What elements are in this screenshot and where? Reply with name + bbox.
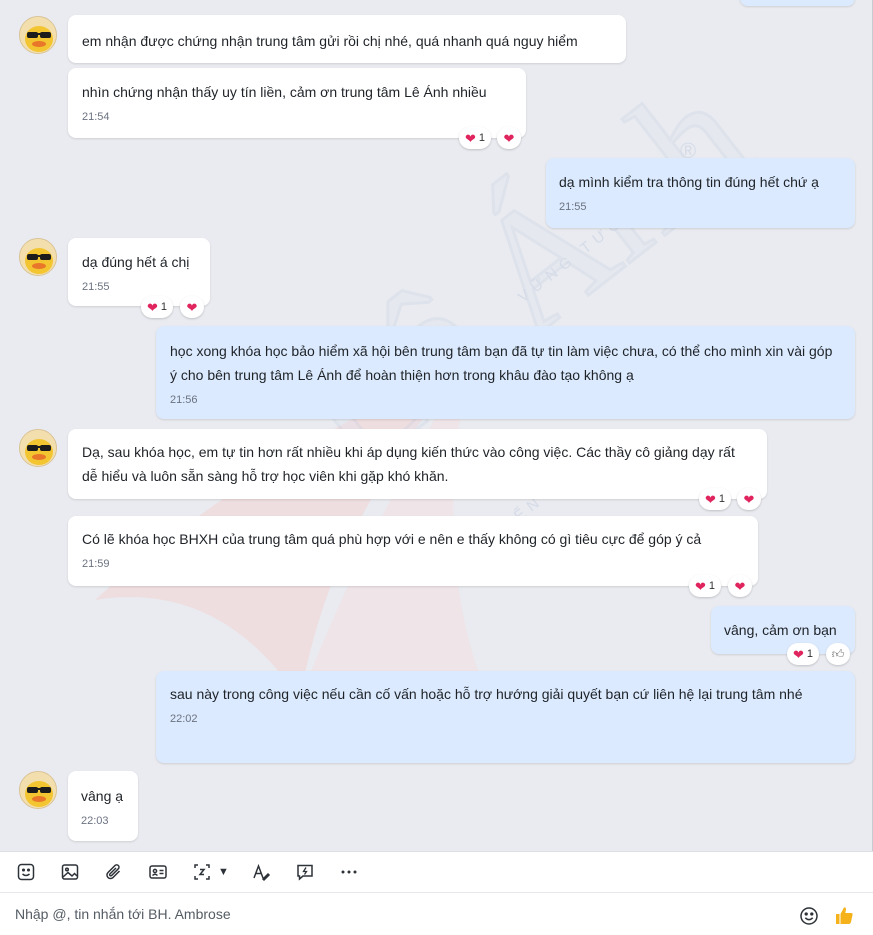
- message-bubble[interactable]: nhìn chứng nhận thấy uy tín liền, cảm ơn…: [68, 68, 526, 138]
- message-time: 21:55: [559, 201, 587, 213]
- chevron-down-icon[interactable]: ▼: [218, 866, 229, 878]
- attach-file-button[interactable]: [102, 860, 126, 884]
- message-text: Dạ, sau khóa học, em tự tin hơn rất nhiề…: [82, 444, 735, 484]
- emoji-icon[interactable]: [799, 906, 819, 926]
- message-time: 21:55: [82, 281, 110, 293]
- heart-icon: ❤: [743, 491, 755, 507]
- reaction-count: 1: [718, 493, 726, 505]
- message-bubble[interactable]: Có lẽ khóa học BHXH của trung tâm quá ph…: [68, 516, 758, 586]
- avatar[interactable]: [19, 771, 57, 809]
- reaction-count: 1: [478, 132, 486, 144]
- chat-area: Lê Ánh ® TRAO KIẾN THỨC VỮNG TƯƠNG LAI e…: [0, 0, 873, 851]
- like-react-button[interactable]: 👍︎: [826, 643, 850, 665]
- reaction-summary[interactable]: ❤ 1: [459, 127, 492, 149]
- sticker-button[interactable]: [14, 860, 38, 884]
- message-text: học xong khóa học bảo hiểm xã hội bên tr…: [170, 343, 833, 383]
- react-button[interactable]: ❤: [497, 127, 521, 149]
- react-button[interactable]: ❤: [728, 575, 752, 597]
- message-bubble[interactable]: học xong khóa học bảo hiểm xã hội bên tr…: [156, 326, 855, 419]
- message-text: dạ đúng hết á chị: [82, 254, 190, 270]
- reaction-summary[interactable]: ❤ 1: [787, 643, 820, 665]
- format-text-icon: [253, 863, 270, 882]
- image-icon: [61, 864, 79, 880]
- thumbs-up-outline-icon: 👍︎: [831, 647, 845, 661]
- message-time: 21:56: [170, 394, 198, 406]
- screenshot-icon: [194, 864, 210, 880]
- message-time: 21:59: [82, 558, 110, 570]
- message-text: sau này trong công việc nếu cần cố vấn h…: [170, 686, 803, 702]
- contact-card-icon: [149, 865, 167, 879]
- screenshot-button[interactable]: [190, 860, 214, 884]
- avatar[interactable]: [19, 238, 57, 276]
- image-button[interactable]: [58, 860, 82, 884]
- message-bubble[interactable]: sau này trong công việc nếu cần cố vấn h…: [156, 671, 855, 763]
- message-text: em nhận được chứng nhận trung tâm gửi rồ…: [82, 33, 578, 49]
- message-time: 22:02: [170, 713, 198, 725]
- quick-like-icon[interactable]: [833, 904, 855, 926]
- message-bubble[interactable]: em nhận được chứng nhận trung tâm gửi rồ…: [68, 15, 626, 63]
- reaction-summary[interactable]: ❤ 1: [689, 575, 722, 597]
- message-bubble[interactable]: vâng ạ 22:03: [68, 771, 138, 841]
- duck-sunglasses-avatar-icon: [20, 239, 56, 275]
- avatar[interactable]: [19, 16, 57, 54]
- text-format-button[interactable]: [249, 860, 273, 884]
- heart-icon: ❤: [147, 299, 158, 315]
- reaction-count: 1: [160, 301, 168, 313]
- more-options-button[interactable]: [337, 860, 361, 884]
- react-button[interactable]: ❤: [737, 488, 761, 510]
- heart-icon: ❤: [186, 299, 198, 315]
- reaction-count: 1: [806, 648, 814, 660]
- heart-icon: ❤: [793, 646, 804, 662]
- sticker-icon: [17, 863, 35, 881]
- quick-message-button[interactable]: [293, 860, 317, 884]
- message-bubble[interactable]: dạ mình kiểm tra thông tin đúng hết chứ …: [546, 158, 855, 228]
- message-text: vâng, cảm ơn bạn: [724, 622, 837, 638]
- message-bubble[interactable]: Dạ, sau khóa học, em tự tin hơn rất nhiề…: [68, 429, 767, 499]
- duck-sunglasses-avatar-icon: [20, 17, 56, 53]
- attachment-icon: [106, 864, 121, 880]
- heart-icon: ❤: [695, 578, 706, 594]
- message-input[interactable]: [15, 906, 775, 922]
- heart-icon: ❤: [734, 578, 746, 594]
- react-button[interactable]: ❤: [180, 296, 204, 318]
- heart-icon: ❤: [705, 491, 716, 507]
- send-contact-button[interactable]: [146, 860, 170, 884]
- more-icon: [341, 870, 357, 874]
- message-bubble-partial: [740, 0, 855, 6]
- reaction-summary[interactable]: ❤ 1: [699, 488, 732, 510]
- message-time: 21:54: [82, 111, 110, 123]
- quick-message-icon: [297, 864, 313, 881]
- heart-icon: ❤: [503, 130, 515, 146]
- message-time: 22:03: [81, 815, 109, 827]
- avatar[interactable]: [19, 429, 57, 467]
- composer: [0, 893, 873, 935]
- reaction-summary[interactable]: ❤ 1: [141, 296, 174, 318]
- composer-toolbar: ▼: [0, 851, 873, 893]
- message-text: dạ mình kiểm tra thông tin đúng hết chứ …: [559, 174, 819, 190]
- duck-sunglasses-avatar-icon: [20, 430, 56, 466]
- message-text: vâng ạ: [81, 788, 124, 804]
- reaction-count: 1: [708, 580, 716, 592]
- message-text: Có lẽ khóa học BHXH của trung tâm quá ph…: [82, 531, 702, 547]
- message-text: nhìn chứng nhận thấy uy tín liền, cảm ơn…: [82, 84, 487, 100]
- duck-sunglasses-avatar-icon: [20, 772, 56, 808]
- heart-icon: ❤: [465, 130, 476, 146]
